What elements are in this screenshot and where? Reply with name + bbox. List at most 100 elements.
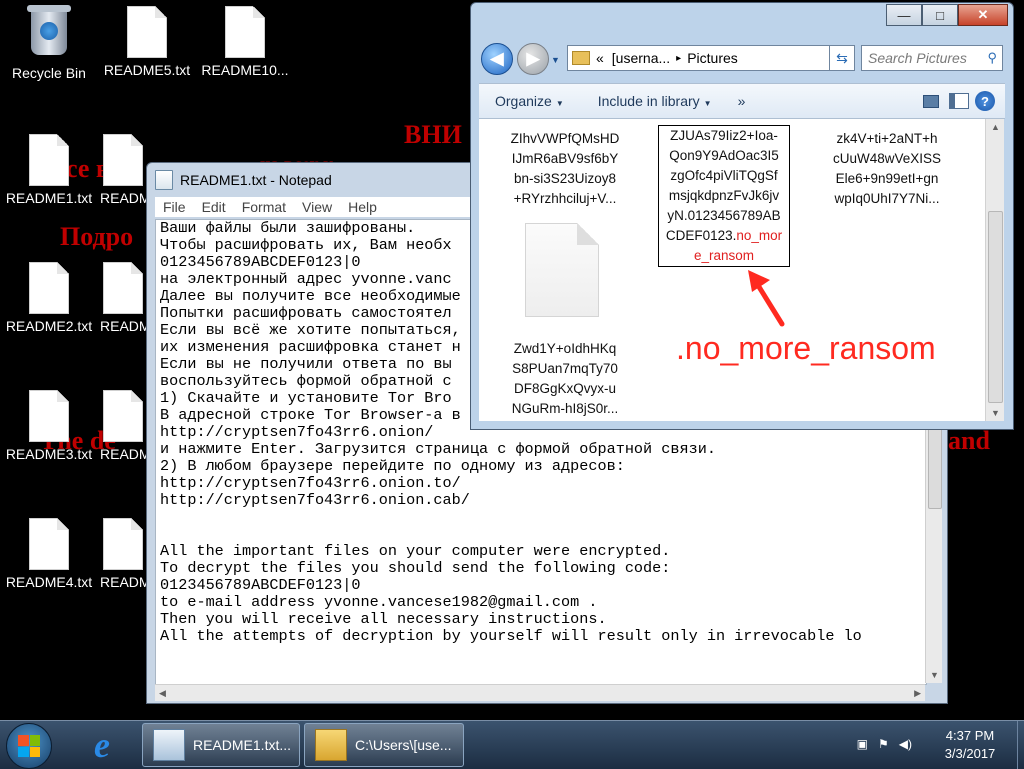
internet-explorer-icon[interactable]: e (82, 725, 122, 765)
desktop-icon-recycle-bin[interactable]: Recycle Bin (2, 5, 96, 81)
scroll-left-icon[interactable]: ◀ (159, 688, 166, 699)
address-bar[interactable]: « [userna... ▸ Pictures (567, 45, 855, 71)
desktop-icon-readme5[interactable]: README5.txt (100, 6, 194, 78)
text-line: To decrypt the files you should send the… (160, 559, 671, 577)
include-in-library-button[interactable]: Include in library ▼ (598, 93, 712, 109)
scroll-right-icon[interactable]: ▶ (914, 688, 921, 699)
preview-pane-icon[interactable] (949, 92, 969, 110)
menu-view[interactable]: View (302, 199, 332, 215)
desktop-icon-readme1[interactable]: README1.txt (2, 134, 96, 206)
window-controls: — □ ✕ (886, 4, 1008, 26)
file-item[interactable]: ZIhvVWPfQMsHD IJmR6aBV9sf6bY bn-si3S23Ui… (497, 129, 633, 209)
desktop-icon-readme2[interactable]: README2.txt (2, 262, 96, 334)
forward-button[interactable]: ▶ (517, 43, 549, 75)
taskbar-item-label: README1.txt... (193, 737, 292, 753)
text-line: 0123456789ABCDEF0123|0 (160, 576, 361, 594)
text-file-icon (29, 134, 69, 186)
annotation-arrow-icon (748, 270, 785, 327)
notepad-icon (155, 170, 173, 190)
clock-date: 3/3/2017 (944, 746, 996, 761)
desktop-icon-readme4[interactable]: README4.txt (2, 518, 96, 590)
text-file-icon (29, 262, 69, 314)
organize-button[interactable]: Organize ▼ (495, 93, 564, 109)
breadcrumb-separator-icon[interactable]: ▸ (676, 53, 681, 64)
folder-icon (572, 51, 590, 65)
volume-icon[interactable]: ◀) (899, 737, 912, 751)
menu-help[interactable]: Help (348, 199, 377, 215)
file-list-scrollbar[interactable]: ▲ ▼ (985, 119, 1004, 421)
taskbar-item-explorer[interactable]: C:\Users\[use... (304, 723, 464, 767)
refresh-button[interactable]: ⇆ (829, 45, 855, 71)
search-icon[interactable]: ⚲ (987, 50, 997, 66)
scroll-down-icon[interactable]: ▼ (991, 408, 1000, 418)
notepad-icon (153, 729, 185, 761)
change-view-icon[interactable] (921, 93, 941, 109)
text-file-icon (29, 518, 69, 570)
menu-file[interactable]: File (163, 199, 186, 215)
text-file-icon[interactable] (525, 223, 599, 317)
help-icon[interactable]: ? (975, 91, 995, 111)
text-line: All the important files on your computer… (160, 542, 671, 560)
desktop-icon-label: READM (100, 574, 146, 590)
flag-icon[interactable]: ⚑ (878, 737, 889, 751)
clock-time: 4:37 PM (945, 728, 995, 743)
show-desktop-button[interactable] (1017, 721, 1024, 769)
scroll-down-icon[interactable]: ▼ (930, 670, 939, 680)
desktop-icon-readme9[interactable]: READM (100, 518, 146, 590)
scroll-up-icon[interactable]: ▲ (991, 122, 1000, 132)
taskbar-item-notepad[interactable]: README1.txt... (142, 723, 300, 767)
recycle-bin-icon (27, 5, 71, 55)
desktop-icon-label: README5.txt (103, 62, 191, 78)
breadcrumb-pictures[interactable]: Pictures (687, 50, 738, 66)
desktop-icon-label: README3.txt (5, 446, 93, 462)
recent-pages-dropdown-icon[interactable]: ▼ (551, 55, 560, 65)
text-file-icon (225, 6, 265, 58)
desktop-icon-readme7[interactable]: READM (100, 262, 146, 334)
more-commands-button[interactable]: » (738, 93, 746, 109)
background-text: ВНИ (404, 120, 462, 149)
file-item[interactable]: Zwd1Y+oIdhHKq S8PUan7mqTy70 DF8GgKxQvyx-… (497, 339, 633, 419)
text-line (156, 509, 926, 526)
command-bar: Organize ▼ Include in library ▼ » ? (479, 83, 1005, 119)
text-file-icon (103, 518, 143, 570)
desktop-icon-label: READM (100, 446, 146, 462)
breadcrumb-user[interactable]: [userna... (612, 50, 670, 66)
system-tray: ▣ ⚑ ◀) (857, 737, 912, 751)
desktop-icon-readme10[interactable]: README10... (198, 6, 292, 78)
close-button[interactable]: ✕ (958, 4, 1008, 26)
network-icon[interactable]: ▣ (857, 737, 868, 751)
scroll-thumb[interactable] (988, 211, 1003, 403)
search-box[interactable]: Search Pictures ⚲ (861, 45, 1003, 71)
text-file-icon (103, 390, 143, 442)
text-file-icon (29, 390, 69, 442)
start-button[interactable] (6, 723, 52, 769)
desktop-icon-label: Recycle Bin (12, 65, 86, 81)
text-line: to e-mail address yvonne.vancese1982@gma… (160, 593, 598, 611)
desktop-icon-readme3[interactable]: README3.txt (2, 390, 96, 462)
notepad-titlebar[interactable]: README1.txt - Notepad (155, 169, 332, 191)
desktop-icon-readme8[interactable]: READM (100, 390, 146, 462)
menu-format[interactable]: Format (242, 199, 286, 215)
desktop-icon-label: README1.txt (5, 190, 93, 206)
menu-edit[interactable]: Edit (202, 199, 226, 215)
windows-logo-icon (18, 735, 40, 757)
extension-highlight: no_mor (736, 228, 783, 243)
text-file-icon (103, 134, 143, 186)
clock[interactable]: 4:37 PM 3/3/2017 (926, 727, 1014, 763)
chevron-down-icon: ▼ (703, 99, 712, 108)
maximize-button[interactable]: □ (922, 4, 958, 26)
back-button[interactable]: ◀ (481, 43, 513, 75)
text-line: http://cryptsen7fo43rr6.onion.to/ (160, 474, 461, 492)
desktop-icon-label: README2.txt (5, 318, 93, 334)
minimize-button[interactable]: — (886, 4, 922, 26)
file-list: ZIhvVWPfQMsHD IJmR6aBV9sf6bY bn-si3S23Ui… (479, 119, 985, 421)
notepad-horizontal-scrollbar[interactable]: ◀ ▶ (155, 684, 925, 701)
file-item[interactable]: zk4V+ti+2aNT+h cUuW48wVeXISS Ele6+9n99et… (819, 129, 955, 209)
breadcrumb-overflow[interactable]: « (596, 50, 604, 66)
file-item-selected[interactable]: ZJUAs79Iiz2+Ioa- Qon9Y9AdOac3I5 zgOfc4pi… (658, 125, 790, 267)
desktop-icon-label: READM (100, 318, 146, 334)
annotation-label: .no_more_ransom (676, 330, 936, 366)
taskbar: e README1.txt... C:\Users\[use... ▣ ⚑ ◀)… (0, 720, 1024, 769)
refresh-icon: ⇆ (836, 49, 848, 66)
desktop-icon-readme6[interactable]: READM (100, 134, 146, 206)
